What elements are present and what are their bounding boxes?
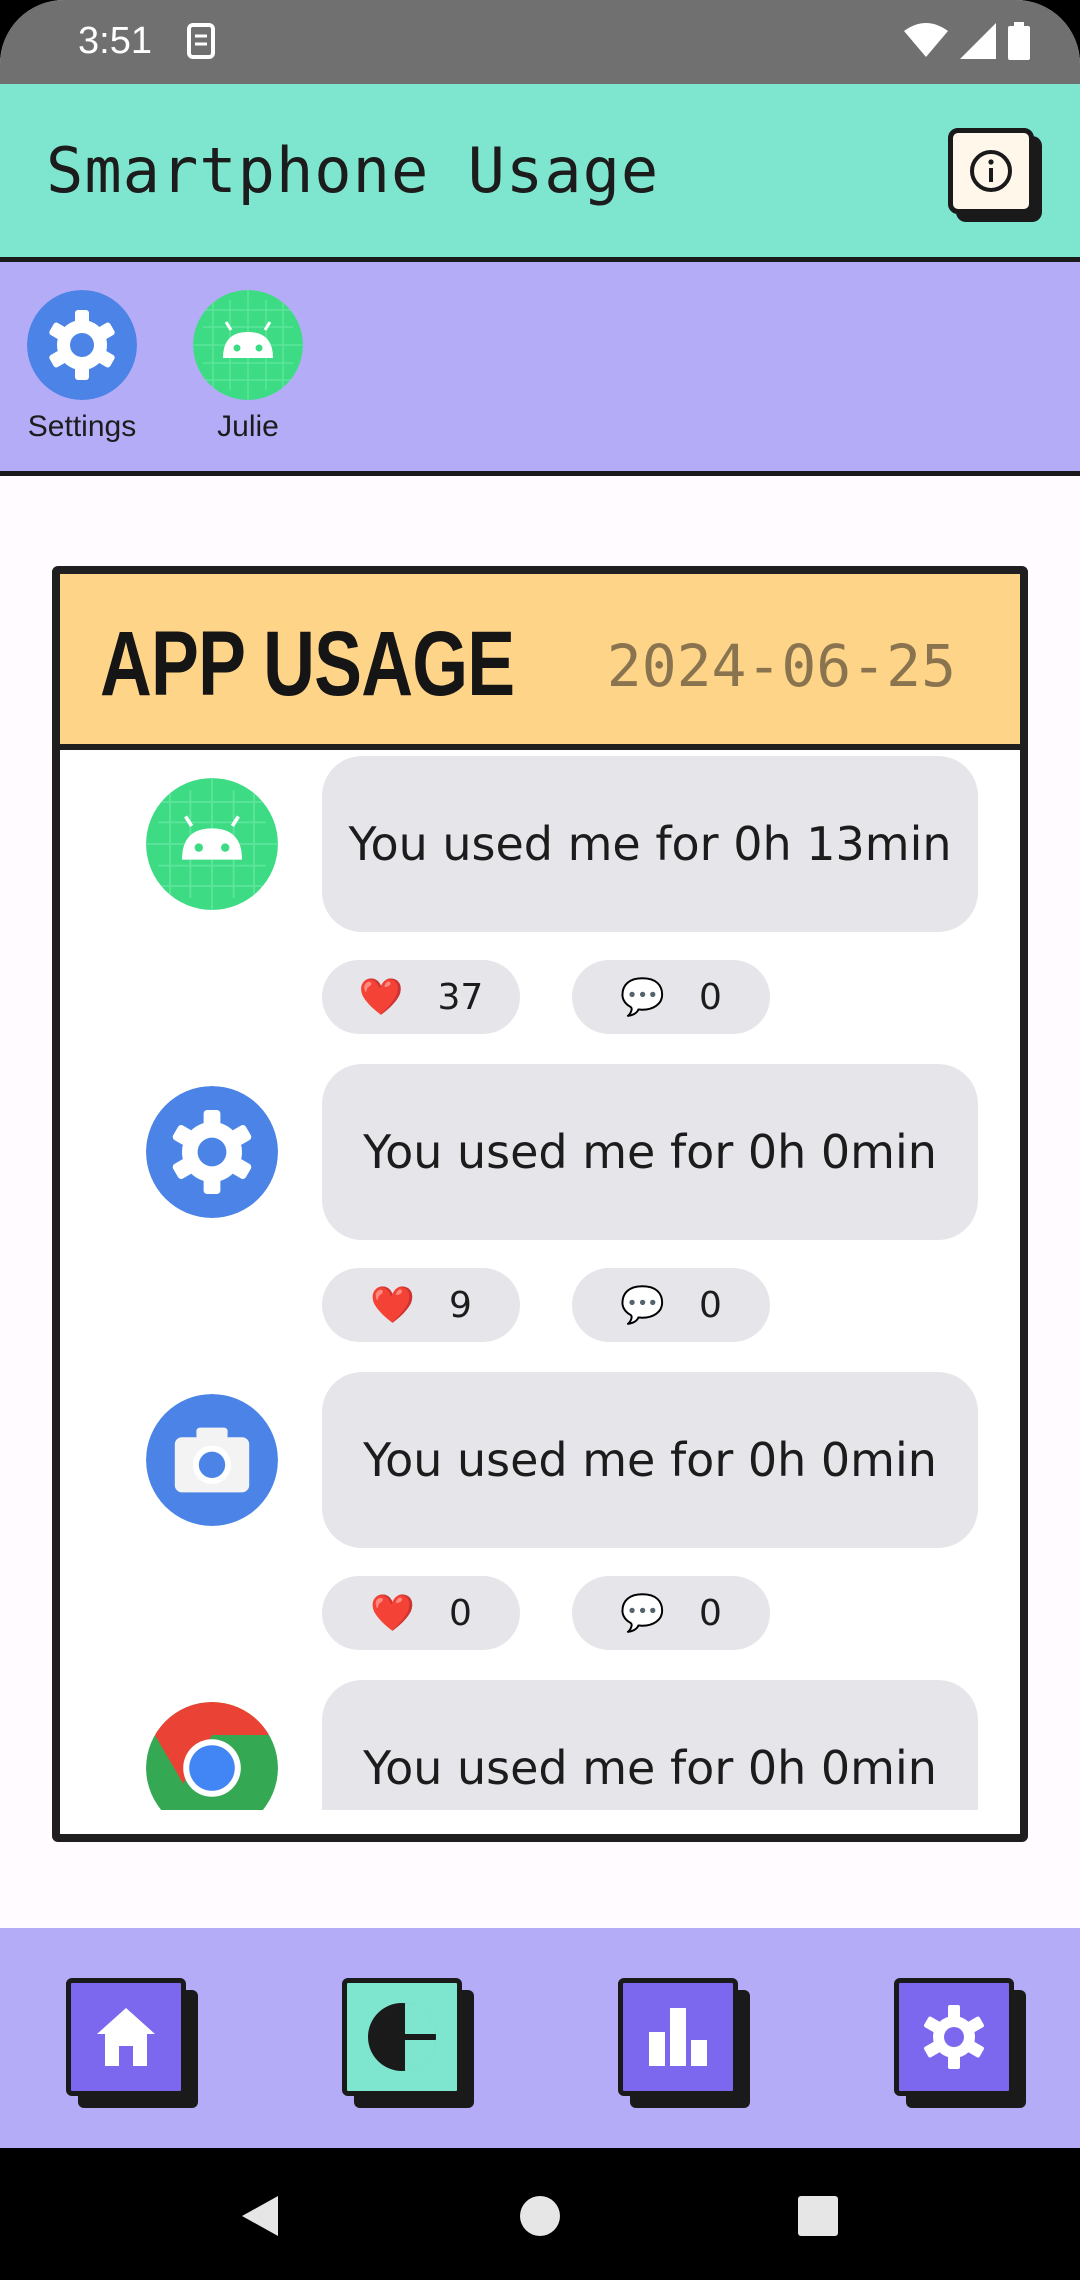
settings-gear-icon — [146, 1086, 278, 1218]
nav-settings-button[interactable] — [894, 1978, 1014, 2096]
usage-list[interactable]: You used me for 0h 13min ❤️ 37 💬 0 You u… — [60, 756, 1020, 1810]
sim-icon — [187, 23, 215, 59]
like-button[interactable]: ❤️ 37 — [322, 960, 520, 1034]
app-bar: Smartphone Usage — [0, 84, 1080, 262]
android-icon — [146, 778, 278, 910]
status-time: 3:51 — [78, 20, 152, 62]
info-button[interactable] — [948, 128, 1034, 214]
recents-icon[interactable] — [798, 2196, 838, 2236]
app-screen: 3:51 Smartphone Usage Settings Julie APP… — [0, 0, 1080, 2280]
wifi-icon — [904, 23, 948, 57]
shortcut-settings[interactable]: Settings — [12, 290, 152, 444]
status-icons — [904, 22, 1030, 60]
comment-button[interactable]: 💬 0 — [572, 1576, 770, 1650]
app-usage-card: APP USAGE 2024-06-25 You used me for 0h … — [52, 566, 1028, 1842]
bottom-navigation — [0, 1928, 1080, 2148]
speech-bubble-icon: 💬 — [620, 1593, 665, 1634]
heart-icon: ❤️ — [370, 1593, 415, 1634]
card-title: APP USAGE — [100, 613, 515, 715]
home-circle-icon[interactable] — [518, 2194, 562, 2238]
nav-pie-chart-button[interactable] — [342, 1978, 462, 2096]
heart-icon: ❤️ — [358, 977, 404, 1018]
list-item: You used me for 0h 0min ❤️ 9 💬 0 — [60, 1064, 1020, 1372]
comment-button[interactable]: 💬 0 — [572, 960, 770, 1034]
pie-chart-icon — [368, 2003, 436, 2071]
comment-button[interactable]: 💬 0 — [572, 1268, 770, 1342]
signal-icon — [960, 23, 996, 59]
bar-chart-icon — [649, 2008, 707, 2066]
comment-count: 0 — [698, 1284, 722, 1326]
comment-count: 0 — [698, 1592, 722, 1634]
card-header: APP USAGE 2024-06-25 — [60, 574, 1020, 750]
battery-icon — [1008, 22, 1030, 60]
shortcut-julie[interactable]: Julie — [178, 290, 318, 444]
usage-message: You used me for 0h 13min — [322, 756, 978, 932]
like-count: 37 — [437, 976, 484, 1018]
speech-bubble-icon: 💬 — [620, 977, 665, 1018]
status-bar: 3:51 — [0, 0, 1080, 84]
speech-bubble-icon: 💬 — [620, 1285, 665, 1326]
nav-home-button[interactable] — [66, 1978, 186, 2096]
like-count: 0 — [448, 1592, 472, 1634]
system-navigation-bar — [0, 2148, 1080, 2280]
home-icon — [97, 2008, 155, 2066]
app-title: Smartphone Usage — [46, 134, 660, 207]
like-count: 9 — [448, 1284, 472, 1326]
shortcut-label: Julie — [217, 410, 279, 443]
back-icon[interactable] — [238, 2194, 282, 2238]
like-button[interactable]: ❤️ 0 — [322, 1576, 520, 1650]
app-shortcuts-strip: Settings Julie — [0, 262, 1080, 476]
usage-message: You used me for 0h 0min — [322, 1372, 978, 1548]
android-icon — [193, 290, 303, 400]
info-icon — [970, 150, 1012, 192]
list-item: You used me for 0h 13min ❤️ 37 💬 0 — [60, 756, 1020, 1064]
comment-count: 0 — [698, 976, 722, 1018]
usage-message: You used me for 0h 0min — [322, 1064, 978, 1240]
camera-icon — [146, 1394, 278, 1526]
list-item: You used me for 0h 0min ❤️ 0 💬 0 — [60, 1372, 1020, 1680]
list-item: You used me for 0h 0min — [60, 1680, 1020, 1810]
like-button[interactable]: ❤️ 9 — [322, 1268, 520, 1342]
settings-gear-icon — [27, 290, 137, 400]
shortcut-label: Settings — [27, 410, 137, 443]
heart-icon: ❤️ — [370, 1285, 415, 1326]
card-date: 2024-06-25 — [606, 632, 956, 700]
chrome-icon — [146, 1702, 278, 1810]
usage-message: You used me for 0h 0min — [322, 1680, 978, 1810]
nav-bar-chart-button[interactable] — [618, 1978, 738, 2096]
settings-icon — [924, 2005, 984, 2069]
